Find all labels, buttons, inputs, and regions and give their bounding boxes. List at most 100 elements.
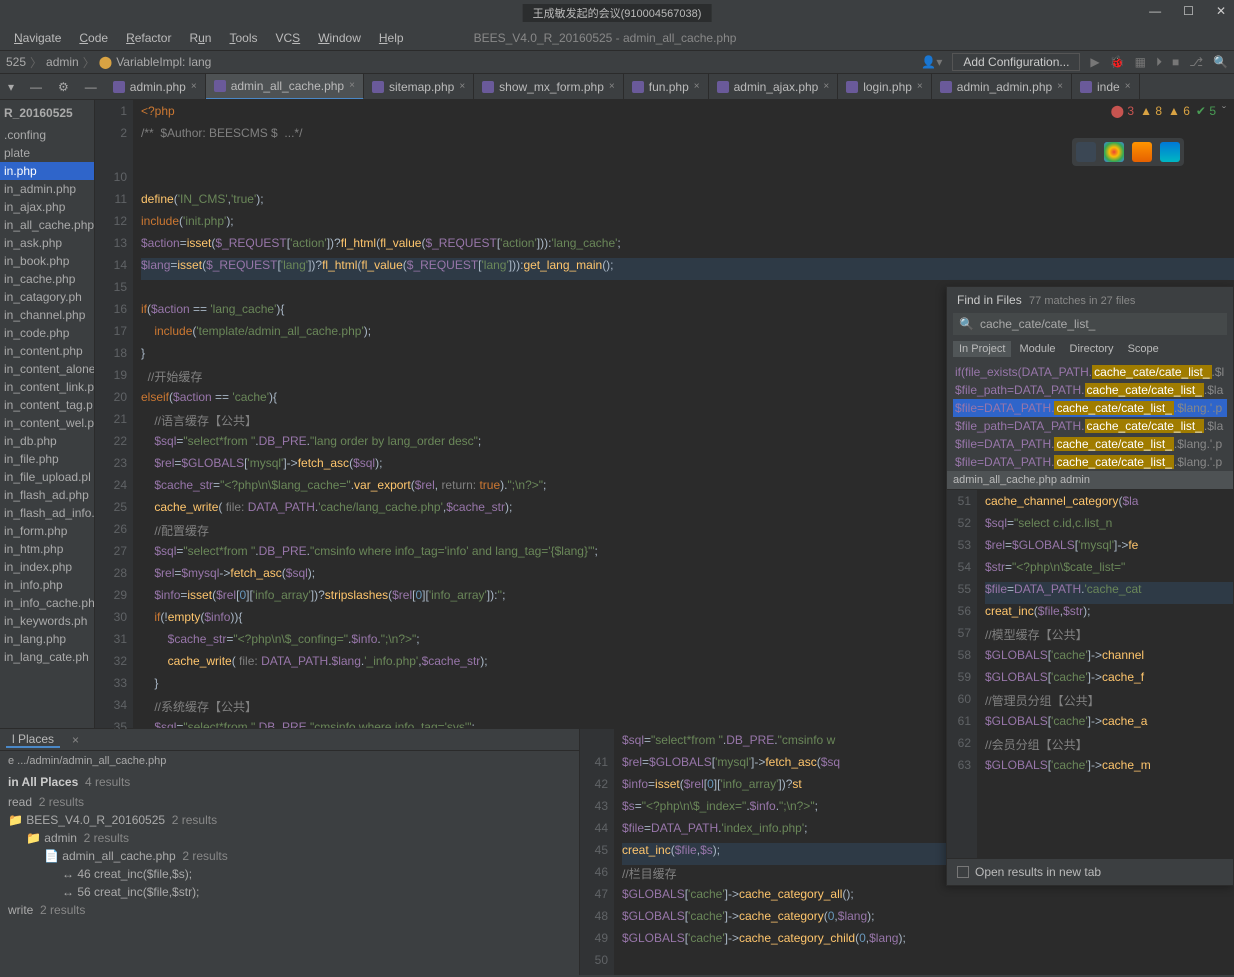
tab-admin_ajax.php[interactable]: admin_ajax.php× bbox=[709, 74, 839, 100]
git-icon[interactable]: ⎇ bbox=[1189, 55, 1203, 69]
project-item[interactable]: in_form.php bbox=[0, 522, 94, 540]
project-item[interactable]: plate bbox=[0, 144, 94, 162]
project-item[interactable]: in.php bbox=[0, 162, 94, 180]
maximize-icon[interactable]: ☐ bbox=[1183, 4, 1194, 18]
tab-places[interactable]: l Places bbox=[6, 732, 60, 748]
project-item[interactable]: in_file_upload.pl bbox=[0, 468, 94, 486]
project-item[interactable]: in_content_tag.p bbox=[0, 396, 94, 414]
fif-result[interactable]: $file_path=DATA_PATH.cache_cate/cate_lis… bbox=[953, 417, 1227, 435]
scope-scope[interactable]: Scope bbox=[1122, 341, 1165, 357]
project-item[interactable]: in_content_alone bbox=[0, 360, 94, 378]
project-item[interactable]: in_all_cache.php bbox=[0, 216, 94, 234]
firefox-icon[interactable] bbox=[1132, 142, 1152, 162]
project-item[interactable]: .confing bbox=[0, 126, 94, 144]
project-item[interactable]: in_lang_cate.ph bbox=[0, 648, 94, 666]
menu-code[interactable]: Code bbox=[71, 29, 116, 47]
debug-icon[interactable]: 🐞 bbox=[1110, 55, 1125, 69]
fif-result[interactable]: if(file_exists(DATA_PATH.cache_cate/cate… bbox=[953, 363, 1227, 381]
crumb-0[interactable]: 525 bbox=[6, 55, 26, 69]
fif-query[interactable]: cache_cate/cate_list_ bbox=[980, 317, 1095, 331]
crumb-1[interactable]: admin bbox=[46, 55, 79, 69]
project-item[interactable]: in_info_cache.ph bbox=[0, 594, 94, 612]
chrome-icon[interactable] bbox=[1104, 142, 1124, 162]
menu-refactor[interactable]: Refactor bbox=[118, 29, 179, 47]
close-icon[interactable]: ✕ bbox=[1216, 4, 1226, 18]
coverage-icon[interactable]: ▦ bbox=[1135, 55, 1146, 69]
usage-item[interactable]: read 2 results bbox=[0, 793, 579, 811]
open-new-tab-checkbox[interactable] bbox=[957, 866, 969, 878]
project-item[interactable]: in_flash_ad_info. bbox=[0, 504, 94, 522]
project-dropdown-icon[interactable]: ▾ bbox=[0, 80, 22, 94]
project-item[interactable]: in_index.php bbox=[0, 558, 94, 576]
menu-vcs[interactable]: VCS bbox=[268, 29, 309, 47]
project-item[interactable]: in_book.php bbox=[0, 252, 94, 270]
minimize-icon[interactable]: — bbox=[1149, 4, 1161, 18]
project-item[interactable]: in_htm.php bbox=[0, 540, 94, 558]
fif-result[interactable]: $file=DATA_PATH.cache_cate/cate_list_.$l… bbox=[953, 399, 1227, 417]
project-item[interactable]: in_content_link.p bbox=[0, 378, 94, 396]
phpstorm-icon[interactable] bbox=[1076, 142, 1096, 162]
project-root[interactable]: R_20160525 bbox=[0, 100, 94, 126]
menu-run[interactable]: Run bbox=[181, 29, 219, 47]
hide-icon[interactable]: — bbox=[77, 80, 105, 94]
scope-project[interactable]: In Project bbox=[953, 341, 1011, 357]
project-item[interactable]: in_content_wel.p bbox=[0, 414, 94, 432]
project-item[interactable]: in_admin.php bbox=[0, 180, 94, 198]
project-item[interactable]: in_ajax.php bbox=[0, 198, 94, 216]
menu-tools[interactable]: Tools bbox=[221, 29, 265, 47]
tab-close-icon[interactable]: × bbox=[72, 733, 79, 747]
tab-admin_all_cache.php[interactable]: admin_all_cache.php× bbox=[206, 74, 364, 100]
project-item[interactable]: in_file.php bbox=[0, 450, 94, 468]
fif-result[interactable]: $file=DATA_PATH.cache_cate/cate_list_.$l… bbox=[953, 453, 1227, 471]
project-item[interactable]: in_db.php bbox=[0, 432, 94, 450]
project-item[interactable]: in_info.php bbox=[0, 576, 94, 594]
tab-admin.php[interactable]: admin.php× bbox=[105, 74, 206, 100]
menu-help[interactable]: Help bbox=[371, 29, 412, 47]
project-item[interactable]: in_cache.php bbox=[0, 270, 94, 288]
project-item[interactable]: in_lang.php bbox=[0, 630, 94, 648]
run-icon[interactable]: ▶ bbox=[1090, 55, 1099, 69]
tab-sitemap.php[interactable]: sitemap.php× bbox=[364, 74, 474, 100]
tab-show_mx_form.php[interactable]: show_mx_form.php× bbox=[474, 74, 624, 100]
find-in-files-popup[interactable]: Find in Files 77 matches in 27 files 🔍ca… bbox=[946, 286, 1234, 886]
tab-login.php[interactable]: login.php× bbox=[838, 74, 932, 100]
menu-window[interactable]: Window bbox=[310, 29, 369, 47]
inspection-widget[interactable]: ⬤ 3 ▲ 8 ▲ 6 ✔ 5 ˇ bbox=[1111, 104, 1226, 118]
project-item[interactable]: in_channel.php bbox=[0, 306, 94, 324]
tab-inde[interactable]: inde× bbox=[1072, 74, 1140, 100]
project-item[interactable]: in_content.php bbox=[0, 342, 94, 360]
project-item[interactable]: in_ask.php bbox=[0, 234, 94, 252]
usage-item[interactable]: ↔ 56 creat_inc($file,$str); bbox=[0, 883, 579, 901]
project-item[interactable]: in_catagory.ph bbox=[0, 288, 94, 306]
usage-item[interactable]: write 2 results bbox=[0, 901, 579, 919]
project-item[interactable]: in_code.php bbox=[0, 324, 94, 342]
tab-admin_admin.php[interactable]: admin_admin.php× bbox=[932, 74, 1072, 100]
profiler-icon[interactable]: ⏵ bbox=[1156, 55, 1162, 70]
usage-item[interactable]: 📁 BEES_V4.0_R_20160525 2 results bbox=[0, 811, 579, 829]
scope-directory[interactable]: Directory bbox=[1064, 341, 1120, 357]
project-item[interactable]: in_flash_ad.php bbox=[0, 486, 94, 504]
editor-tabbar: ▾ — ⚙ — admin.php×admin_all_cache.php×si… bbox=[0, 74, 1234, 100]
stop-icon[interactable]: ■ bbox=[1172, 55, 1179, 69]
edge-icon[interactable] bbox=[1160, 142, 1180, 162]
collapse-icon[interactable]: — bbox=[22, 80, 50, 94]
find-usages-panel[interactable]: l Places × e .../admin/admin_all_cache.p… bbox=[0, 729, 580, 975]
user-icon[interactable]: 👤▾ bbox=[921, 55, 942, 69]
add-configuration-button[interactable]: Add Configuration... bbox=[952, 53, 1080, 71]
crumb-2[interactable]: VariableImpl: lang bbox=[116, 55, 211, 69]
usage-item[interactable]: ↔ 46 creat_inc($file,$s); bbox=[0, 865, 579, 883]
tab-fun.php[interactable]: fun.php× bbox=[624, 74, 709, 100]
titlebar: 王成敏发起的会议(910004567038) — ☐ ✕ bbox=[0, 0, 1234, 26]
usage-title: in All Places bbox=[8, 775, 78, 789]
gear-icon[interactable]: ⚙ bbox=[50, 80, 77, 94]
search-icon[interactable]: 🔍 bbox=[1213, 55, 1228, 69]
usage-item[interactable]: 📄 admin_all_cache.php 2 results bbox=[0, 847, 579, 865]
usage-item[interactable]: 📁 admin 2 results bbox=[0, 829, 579, 847]
fif-preview-path: admin_all_cache.php admin bbox=[947, 471, 1233, 489]
fif-result[interactable]: $file=DATA_PATH.cache_cate/cate_list_.$l… bbox=[953, 435, 1227, 453]
fif-result[interactable]: $file_path=DATA_PATH.cache_cate/cate_lis… bbox=[953, 381, 1227, 399]
project-tree[interactable]: R_20160525 .confingplatein.phpin_admin.p… bbox=[0, 100, 95, 728]
scope-module[interactable]: Module bbox=[1013, 341, 1061, 357]
menu-navigate[interactable]: Navigate bbox=[6, 29, 69, 47]
project-item[interactable]: in_keywords.ph bbox=[0, 612, 94, 630]
